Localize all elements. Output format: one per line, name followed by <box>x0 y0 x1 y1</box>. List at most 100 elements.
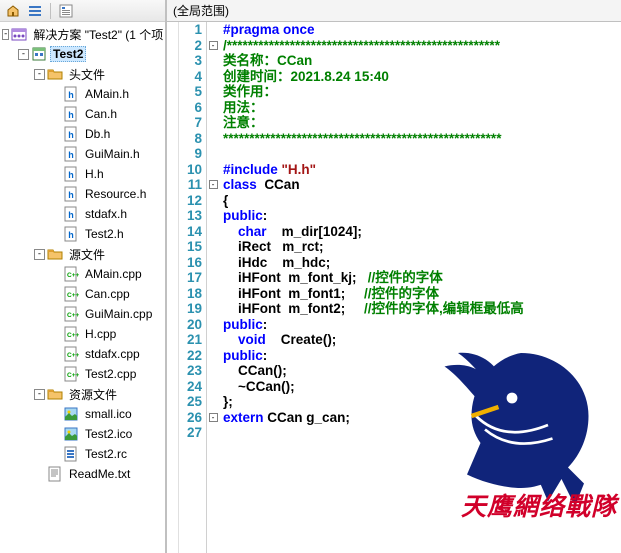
code-line[interactable]: #include "H.h" <box>223 162 621 178</box>
folder-node[interactable]: -资源文件 <box>0 384 165 404</box>
tree-icon <box>63 446 79 462</box>
fold-toggle[interactable]: - <box>209 413 218 422</box>
tree-twisty <box>50 269 61 280</box>
file-node[interactable]: C++stdafx.cpp <box>0 344 165 364</box>
code-line[interactable]: 类名称：CCan <box>223 53 621 69</box>
tree-label: small.ico <box>82 406 135 422</box>
tree-twisty[interactable]: - <box>34 389 45 400</box>
tree-twisty <box>50 369 61 380</box>
solution-tree[interactable]: -解决方案 "Test2" (1 个项-Test2-头文件hAMain.hhCa… <box>0 22 165 553</box>
code-line[interactable]: CCan(); <box>223 363 621 379</box>
tree-icon: h <box>63 86 79 102</box>
file-node[interactable]: small.ico <box>0 404 165 424</box>
file-node[interactable]: Test2.ico <box>0 424 165 444</box>
fold-toggle[interactable]: - <box>209 41 218 50</box>
code-line[interactable]: ****************************************… <box>223 131 621 147</box>
code-line[interactable] <box>223 146 621 162</box>
tree-twisty <box>50 349 61 360</box>
file-node[interactable]: hAMain.h <box>0 84 165 104</box>
file-node[interactable]: hH.h <box>0 164 165 184</box>
tree-icon <box>31 46 47 62</box>
properties-icon[interactable] <box>57 2 75 20</box>
line-number: 13 <box>179 208 202 224</box>
line-number: 26 <box>179 410 202 426</box>
file-node[interactable]: hResource.h <box>0 184 165 204</box>
line-number: 20 <box>179 317 202 333</box>
file-node[interactable]: C++Can.cpp <box>0 284 165 304</box>
code-line[interactable]: ~CCan(); <box>223 379 621 395</box>
file-node[interactable]: hCan.h <box>0 104 165 124</box>
svg-text:h: h <box>68 210 74 220</box>
code-line[interactable]: iHdc m_hdc; <box>223 255 621 271</box>
symbol-gutter: - - - <box>207 22 219 553</box>
code-line[interactable]: iRect m_rct; <box>223 239 621 255</box>
code-line[interactable]: 类作用： <box>223 84 621 100</box>
tree-icon <box>47 386 63 402</box>
file-node[interactable]: C++Test2.cpp <box>0 364 165 384</box>
folder-node[interactable]: -源文件 <box>0 244 165 264</box>
tree-twisty <box>50 329 61 340</box>
file-node[interactable]: hstdafx.h <box>0 204 165 224</box>
code-area[interactable]: #pragma once/***************************… <box>219 22 621 553</box>
code-line[interactable]: 注意： <box>223 115 621 131</box>
code-line[interactable]: public: <box>223 208 621 224</box>
code-line[interactable]: iHFont m_font1; //控件的字体 <box>223 286 621 302</box>
solution-explorer: -解决方案 "Test2" (1 个项-Test2-头文件hAMain.hhCa… <box>0 0 167 553</box>
folder-node[interactable]: -头文件 <box>0 64 165 84</box>
home-icon[interactable] <box>4 2 22 20</box>
line-number: 22 <box>179 348 202 364</box>
tree-icon: C++ <box>63 366 79 382</box>
breadcrumb[interactable]: (全局范围) <box>167 0 621 22</box>
svg-text:h: h <box>68 90 74 100</box>
fold-gutter[interactable] <box>167 22 179 553</box>
tree-twisty <box>50 209 61 220</box>
line-number: 16 <box>179 255 202 271</box>
code-line[interactable]: }; <box>223 394 621 410</box>
code-line[interactable]: public: <box>223 348 621 364</box>
file-node[interactable]: C++GuiMain.cpp <box>0 304 165 324</box>
code-line[interactable]: public: <box>223 317 621 333</box>
solution-node[interactable]: - 解决方案 "Test2" (1 个项 <box>0 24 165 44</box>
tree-label: 解决方案 "Test2" (1 个项 <box>30 25 165 44</box>
file-node[interactable]: hTest2.h <box>0 224 165 244</box>
file-node[interactable]: hGuiMain.h <box>0 144 165 164</box>
tree-twisty <box>50 189 61 200</box>
tree-twisty[interactable]: - <box>34 249 45 260</box>
tree-icon: C++ <box>63 286 79 302</box>
line-number: 25 <box>179 394 202 410</box>
tree-twisty[interactable]: - <box>34 69 45 80</box>
code-line[interactable]: class CCan <box>223 177 621 193</box>
svg-text:C++: C++ <box>67 312 79 319</box>
code-line[interactable]: 创建时间：2021.8.24 15:40 <box>223 69 621 85</box>
code-line[interactable]: #pragma once <box>223 22 621 38</box>
rows-icon[interactable] <box>26 2 44 20</box>
tree-icon <box>63 426 79 442</box>
code-line[interactable]: 用法： <box>223 100 621 116</box>
tree-icon: h <box>63 186 79 202</box>
code-line[interactable]: void Create(); <box>223 332 621 348</box>
file-node[interactable]: C++AMain.cpp <box>0 264 165 284</box>
code-line[interactable]: /***************************************… <box>223 38 621 54</box>
code-editor[interactable]: 1234567891011121314151617181920212223242… <box>167 22 621 553</box>
code-line[interactable]: extern CCan g_can; <box>223 410 621 426</box>
file-node[interactable]: ReadMe.txt <box>0 464 165 484</box>
svg-text:C++: C++ <box>67 352 79 359</box>
tree-label: ReadMe.txt <box>66 466 133 482</box>
tree-twisty <box>50 229 61 240</box>
code-line[interactable] <box>223 425 621 441</box>
code-line[interactable]: { <box>223 193 621 209</box>
tree-twisty <box>34 469 45 480</box>
file-node[interactable]: C++H.cpp <box>0 324 165 344</box>
tree-twisty[interactable]: - <box>18 49 29 60</box>
fold-toggle[interactable]: - <box>209 180 218 189</box>
svg-text:C++: C++ <box>67 372 79 379</box>
line-number: 11 <box>179 177 202 193</box>
code-line[interactable]: char m_dir[1024]; <box>223 224 621 240</box>
line-number: 1 <box>179 22 202 38</box>
file-node[interactable]: Test2.rc <box>0 444 165 464</box>
code-line[interactable]: iHFont m_font_kj; //控件的字体 <box>223 270 621 286</box>
tree-twisty[interactable]: - <box>2 29 9 40</box>
file-node[interactable]: hDb.h <box>0 124 165 144</box>
project-node[interactable]: -Test2 <box>0 44 165 64</box>
code-line[interactable]: iHFont m_font2; //控件的字体,编辑框最低高 <box>223 301 621 317</box>
